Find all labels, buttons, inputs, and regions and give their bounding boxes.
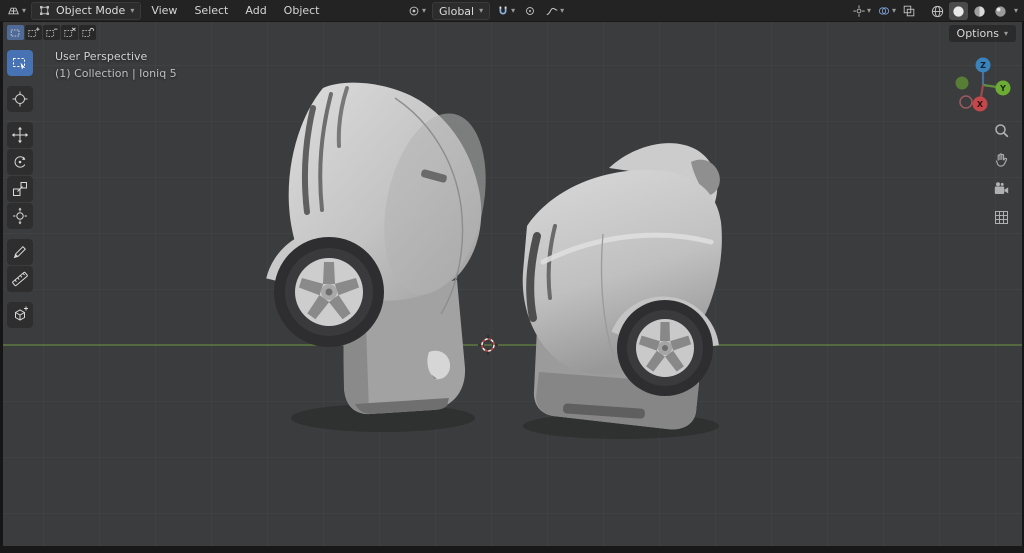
tool-scale[interactable] — [7, 176, 33, 202]
chevron-down-icon: ▾ — [22, 7, 26, 15]
chevron-down-icon: ▾ — [422, 7, 426, 15]
select-mode-invert-button[interactable] — [61, 25, 78, 40]
options-label: Options — [957, 27, 999, 40]
shading-material-icon — [972, 4, 987, 19]
chevron-down-icon: ▾ — [130, 7, 134, 15]
shading-rendered-icon — [993, 4, 1008, 19]
mode-dropdown[interactable]: Object Mode ▾ — [31, 2, 141, 20]
viewport-3d[interactable]: Options ▾ User Perspective (1) Collectio… — [3, 22, 1022, 546]
pan-hand-icon[interactable] — [991, 149, 1011, 169]
tool-add-cube[interactable] — [7, 302, 33, 328]
select-mode-options — [7, 25, 96, 40]
toolbar — [7, 50, 33, 328]
menu-select[interactable]: Select — [187, 3, 235, 18]
tool-cursor[interactable] — [7, 86, 33, 112]
pivot-point-icon — [407, 4, 421, 18]
scene-canvas[interactable] — [3, 22, 1022, 546]
snap-toggle[interactable]: ▾ — [494, 2, 517, 20]
svg-text:X: X — [977, 100, 984, 109]
menu-object[interactable]: Object — [277, 3, 327, 18]
xray-toggle[interactable] — [900, 2, 918, 20]
proportional-editing-icon — [523, 4, 537, 18]
orientation-dropdown[interactable]: Global ▾ — [432, 2, 490, 20]
navigation-gizmo[interactable]: Z Y X — [950, 52, 1016, 118]
tool-rotate[interactable] — [7, 149, 33, 175]
viewport-editor-icon — [6, 3, 21, 18]
camera-view-icon[interactable] — [991, 178, 1011, 198]
options-button[interactable]: Options ▾ — [949, 25, 1016, 42]
select-mode-intersect-button[interactable] — [79, 25, 96, 40]
active-collection-label: (1) Collection | Ioniq 5 — [55, 65, 177, 82]
axis-neg-y-handle[interactable] — [956, 77, 969, 90]
falloff-curve-icon — [545, 4, 559, 18]
select-mode-subtract-button[interactable] — [43, 25, 60, 40]
magnet-icon — [496, 4, 510, 18]
select-mode-set-button[interactable] — [7, 25, 24, 40]
tool-annotate[interactable] — [7, 239, 33, 265]
ortho-grid-icon[interactable] — [991, 207, 1011, 227]
chevron-down-icon: ▾ — [560, 7, 564, 15]
shading-settings-dropdown[interactable]: ▾ — [1012, 2, 1020, 20]
shading-wireframe-icon — [930, 4, 945, 19]
object-mode-icon — [38, 4, 51, 17]
chevron-down-icon: ▾ — [1004, 30, 1008, 38]
show-overlays-dropdown[interactable]: ▾ — [875, 2, 898, 20]
mode-dropdown-label: Object Mode — [56, 4, 125, 17]
proportional-falloff-dropdown[interactable]: ▾ — [543, 2, 566, 20]
axis-neg-x-handle[interactable] — [960, 96, 972, 108]
chevron-down-icon: ▾ — [1014, 7, 1018, 15]
shading-wireframe-button[interactable] — [928, 2, 947, 20]
gizmos-icon — [852, 4, 866, 18]
shading-solid-button[interactable] — [949, 2, 968, 20]
tool-measure[interactable] — [7, 266, 33, 292]
viewport-nav-controls — [991, 120, 1011, 227]
proportional-editing-toggle[interactable] — [521, 2, 539, 20]
axis-y-handle[interactable]: Y — [996, 81, 1011, 96]
transform-pivot-dropdown[interactable]: ▾ — [405, 2, 428, 20]
chevron-down-icon: ▾ — [511, 7, 515, 15]
editor-type-button[interactable]: ▾ — [4, 2, 28, 20]
window-bottom-edge — [0, 546, 1024, 553]
select-mode-extend-button[interactable] — [25, 25, 42, 40]
topbar: ▾ Object Mode ▾ View Select Add Object ▾… — [0, 0, 1024, 22]
chevron-down-icon: ▾ — [479, 7, 483, 15]
grid-floor — [3, 22, 1022, 546]
view-info: User Perspective (1) Collection | Ioniq … — [55, 48, 177, 82]
show-gizmos-dropdown[interactable]: ▾ — [850, 2, 873, 20]
zoom-icon[interactable] — [991, 120, 1011, 140]
shading-rendered-button[interactable] — [991, 2, 1010, 20]
svg-text:Y: Y — [999, 84, 1006, 93]
menu-add[interactable]: Add — [238, 3, 273, 18]
tool-transform[interactable] — [7, 203, 33, 229]
svg-text:Z: Z — [980, 61, 986, 70]
view-perspective-label: User Perspective — [55, 48, 177, 65]
tool-select-box[interactable] — [7, 50, 33, 76]
orientation-dropdown-label: Global — [439, 5, 474, 18]
menu-view[interactable]: View — [144, 3, 184, 18]
overlays-icon — [877, 4, 891, 18]
axis-z-handle[interactable]: Z — [976, 58, 991, 73]
axis-x-handle[interactable]: X — [973, 97, 988, 112]
tool-move[interactable] — [7, 122, 33, 148]
chevron-down-icon: ▾ — [867, 7, 871, 15]
shading-solid-icon — [951, 4, 966, 19]
xray-icon — [902, 4, 916, 18]
shading-material-button[interactable] — [970, 2, 989, 20]
chevron-down-icon: ▾ — [892, 7, 896, 15]
